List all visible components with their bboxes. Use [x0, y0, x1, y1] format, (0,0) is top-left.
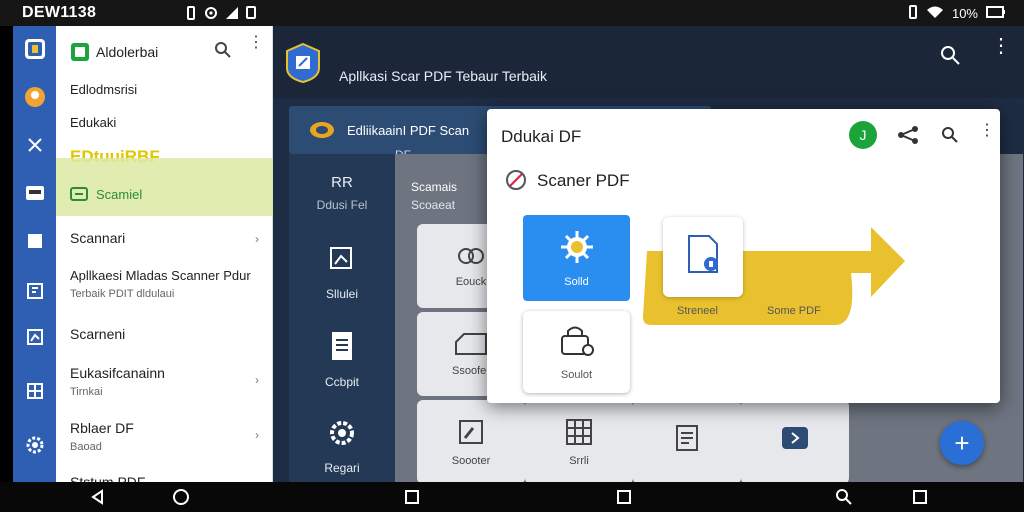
- toolbar-title: EdliikaainI PDF Scan: [347, 123, 470, 138]
- banner-label-left: Streneel: [677, 305, 718, 317]
- screen: DEW1138 10% Aldolerbai ⋮ Edlodmsrisi Edu…: [0, 0, 1024, 512]
- drawer-title: Aldolerbai: [96, 44, 159, 60]
- receipt-icon: [672, 423, 702, 456]
- profile-icon[interactable]: [13, 82, 56, 112]
- navigation-drawer: Aldolerbai ⋮ Edlodmsrisi Edukaki EDtuuiR…: [56, 26, 273, 490]
- search-icon[interactable]: [829, 482, 859, 512]
- more-vert-icon[interactable]: ⋮: [991, 36, 1011, 56]
- home-icon[interactable]: [166, 482, 196, 512]
- document-icon: [289, 330, 395, 367]
- notification-icon: [186, 6, 196, 25]
- category-column: RR Ddusi Fel Sllulei Ccbpit Regari: [289, 154, 395, 482]
- category-item[interactable]: Regari: [289, 418, 395, 475]
- file-lock-icon: [683, 234, 723, 281]
- system-nav-bar: [0, 482, 1024, 512]
- scan-option[interactable]: Soulot: [523, 311, 630, 393]
- chevron-right-icon: ›: [255, 232, 259, 246]
- column-header: RR: [331, 174, 353, 191]
- column-subheader: Ddusi Fel: [316, 198, 368, 212]
- document-icon[interactable]: [13, 276, 56, 306]
- search-icon[interactable]: [214, 41, 232, 64]
- chevron-right-icon: [780, 425, 810, 454]
- chart-icon[interactable]: [13, 322, 56, 352]
- dialog-subtitle: Scaner PDF: [537, 171, 630, 190]
- search-icon[interactable]: [939, 44, 961, 71]
- share-icon[interactable]: [897, 125, 919, 150]
- lock-document-icon: [558, 324, 596, 361]
- more-vert-icon[interactable]: ⋮: [248, 35, 264, 51]
- dialog-title: Ddukai DF: [501, 127, 582, 146]
- status-time: DEW1138: [22, 4, 97, 21]
- pdf-lock-card[interactable]: [663, 217, 743, 297]
- settings-icon: [289, 418, 395, 451]
- app-logo-icon[interactable]: [13, 34, 56, 64]
- app-title: Apllkasi Scar PDF Tebaur Terbaik: [339, 68, 548, 84]
- chevron-right-icon: ›: [255, 373, 259, 387]
- square-icon[interactable]: [905, 482, 935, 512]
- folder-icon: [454, 332, 488, 359]
- grid-icon[interactable]: [13, 376, 56, 406]
- scanner-dialog: Ddukai DF J ⋮ Scaner PDF Streneel Some P…: [487, 109, 1000, 403]
- pdf-logo-icon: [309, 120, 335, 145]
- wifi-calling-icon: [204, 6, 218, 25]
- search-icon[interactable]: [941, 126, 959, 149]
- chevron-right-icon: ›: [255, 428, 259, 442]
- drawer-item[interactable]: Scannari ›: [56, 230, 273, 246]
- square-icon[interactable]: [609, 482, 639, 512]
- sparkle-scan-icon: [559, 229, 595, 268]
- scanner-off-icon: [505, 169, 527, 196]
- scan-option-selected[interactable]: Solld: [523, 215, 630, 301]
- banner-label-right: Some PDF: [767, 305, 821, 317]
- tool-tile[interactable]: Srrli: [525, 400, 633, 484]
- vibrate-icon: [908, 5, 918, 22]
- category-item[interactable]: Ccbpit: [289, 330, 395, 389]
- search-icon: [456, 245, 486, 270]
- drawer-item[interactable]: Rblaer DF Baoad ›: [56, 420, 273, 453]
- drawer-item[interactable]: Edukaki: [56, 115, 273, 130]
- image-edit-icon: [289, 242, 395, 275]
- tool-tile[interactable]: [633, 400, 741, 484]
- scan-icon[interactable]: [13, 178, 56, 208]
- tool-tile[interactable]: Soooter: [417, 400, 525, 484]
- back-icon[interactable]: [83, 482, 113, 512]
- status-bar: DEW1138 10%: [0, 0, 1024, 26]
- add-fab-button[interactable]: +: [940, 421, 984, 465]
- grid-header: Scamais: [411, 180, 458, 194]
- nav-rail: [13, 26, 56, 482]
- category-item[interactable]: Sllulei: [289, 242, 395, 301]
- drawer-item[interactable]: Edlodmsrisi: [56, 82, 273, 97]
- recents-icon[interactable]: [397, 482, 427, 512]
- top-app-bar: Apllkasi Scar PDF Tebaur Terbaik ⋮: [273, 26, 1024, 98]
- sd-icon: [246, 6, 256, 25]
- battery-percent: 10%: [951, 6, 978, 21]
- tools-icon[interactable]: [13, 130, 56, 160]
- spreadsheet-icon: [564, 418, 594, 449]
- scanner-icon: [70, 187, 88, 204]
- drawer-item[interactable]: Scarneni: [56, 326, 273, 342]
- page-icon[interactable]: [13, 226, 56, 256]
- wifi-icon: [926, 5, 944, 22]
- grid-subheader: Scoaeat: [411, 198, 456, 212]
- more-vert-icon[interactable]: ⋮: [979, 123, 995, 139]
- signal-icon: [226, 6, 238, 25]
- battery-icon: [986, 5, 1006, 22]
- tool-tile[interactable]: [741, 400, 849, 484]
- edit-icon: [457, 418, 485, 449]
- drawer-item-selected[interactable]: Scamiel: [56, 187, 273, 204]
- drawer-header: Aldolerbai ⋮: [56, 26, 273, 76]
- drawer-item[interactable]: Apllkaesi Mladas Scanner Pdur Terbaik PD…: [56, 268, 273, 300]
- avatar[interactable]: J: [849, 121, 877, 149]
- drawer-logo-icon: [70, 42, 90, 67]
- app-logo-icon: [285, 42, 321, 89]
- drawer-item[interactable]: Eukasifcanainn Tirnkai ›: [56, 365, 273, 398]
- settings-icon[interactable]: [13, 430, 56, 460]
